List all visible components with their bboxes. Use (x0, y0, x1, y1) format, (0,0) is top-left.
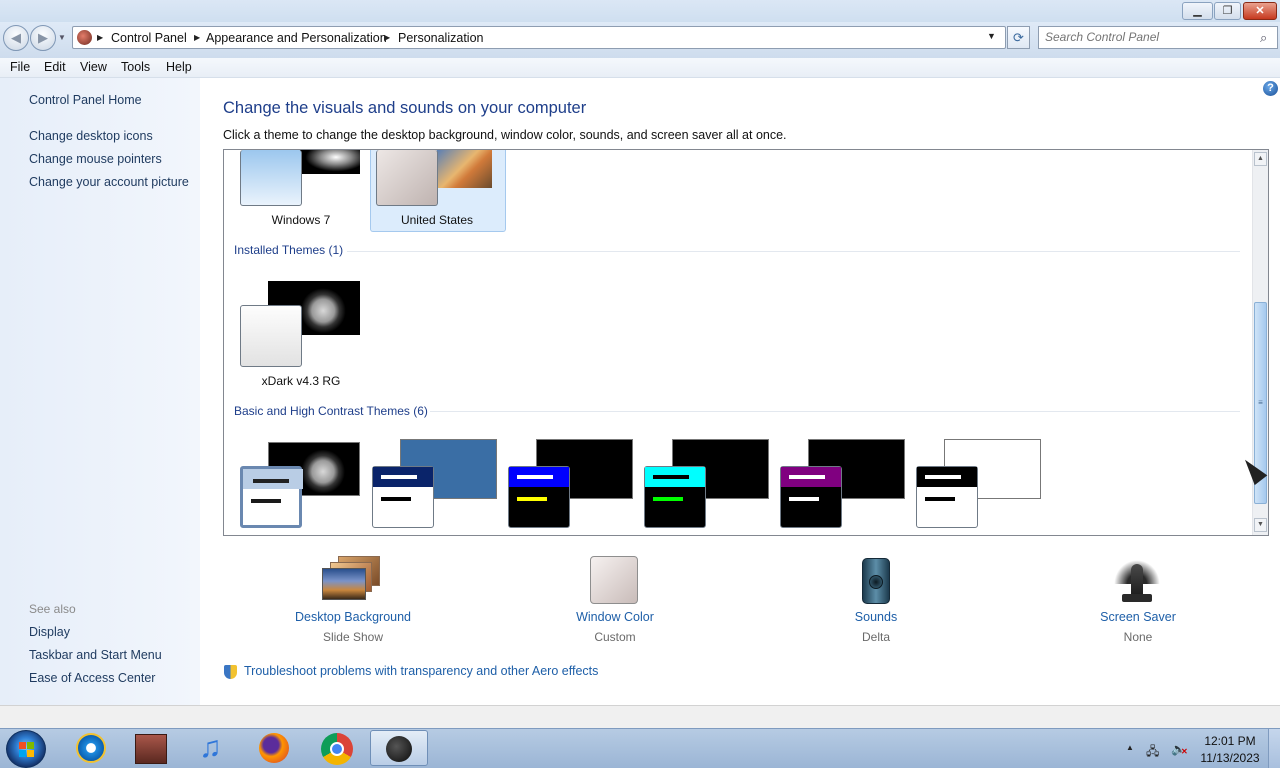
control-panel-home-link[interactable]: Control Panel Home (29, 93, 142, 107)
status-bar (0, 705, 1280, 728)
windows7-theme-swatch[interactable] (240, 150, 302, 206)
clock-time[interactable]: 12:01 PM (1197, 734, 1263, 748)
show-hidden-icons-button[interactable]: ▲ (1126, 743, 1134, 752)
media-center-button[interactable] (123, 730, 179, 766)
theme-name-windows7[interactable]: Windows 7 (240, 213, 362, 227)
breadcrumb-separator-icon[interactable]: ▶ (97, 33, 103, 42)
internet-explorer-icon (76, 733, 106, 763)
display-link[interactable]: Display (29, 625, 70, 639)
back-arrow-icon: ◀ (11, 30, 21, 45)
title-bar (0, 0, 1280, 22)
clock-date[interactable]: 11/13/2023 (1197, 751, 1263, 765)
chrome-button[interactable] (308, 730, 364, 766)
desktop-background-icon[interactable] (322, 556, 382, 602)
address-dropdown-icon[interactable]: ▼ (987, 31, 996, 41)
personalization-button[interactable] (370, 730, 428, 766)
windows7-theme-preview[interactable] (300, 150, 360, 174)
taskbar-start-menu-link[interactable]: Taskbar and Start Menu (29, 648, 162, 662)
group-divider (430, 411, 1240, 412)
basic-theme-swatch[interactable] (916, 466, 978, 528)
forward-arrow-icon: ▶ (38, 30, 48, 45)
screen-saver-icon[interactable] (1114, 556, 1160, 604)
basic-themes-header: Basic and High Contrast Themes (6) (234, 404, 428, 418)
desktop-background-link[interactable]: Desktop Background (283, 610, 423, 624)
change-mouse-pointers-link[interactable]: Change mouse pointers (29, 152, 162, 166)
menu-view[interactable]: View (80, 60, 107, 74)
theme-name-united-states[interactable]: United States (376, 213, 498, 227)
minimize-icon: ▁ (1193, 5, 1202, 17)
close-icon: ✕ (1255, 5, 1265, 17)
sounds-icon[interactable] (862, 558, 890, 604)
scroll-down-button[interactable]: ▼ (1254, 518, 1267, 532)
minimize-button[interactable]: ▁ (1182, 2, 1213, 20)
itunes-button[interactable]: ♫ (184, 730, 240, 766)
breadcrumb-appearance[interactable]: Appearance and Personalization (206, 31, 387, 45)
search-box[interactable]: ⌕ (1038, 26, 1278, 49)
ease-of-access-link[interactable]: Ease of Access Center (29, 671, 155, 685)
desktop-background-value: Slide Show (322, 630, 384, 644)
start-button[interactable] (6, 730, 46, 768)
troubleshoot-aero-link[interactable]: Troubleshoot problems with transparency … (244, 664, 598, 678)
sounds-link[interactable]: Sounds (806, 610, 946, 624)
personalization-icon (386, 736, 412, 762)
group-divider (347, 251, 1240, 252)
firefox-icon (259, 733, 289, 763)
show-desktop-button[interactable] (1268, 729, 1280, 768)
xdark-theme-swatch[interactable] (240, 305, 302, 367)
installed-themes-header: Installed Themes (1) (234, 243, 344, 257)
address-bar[interactable]: ▶ Control Panel ▶ Appearance and Persona… (72, 26, 1006, 49)
change-account-picture-link[interactable]: Change your account picture (29, 175, 189, 189)
help-icon[interactable]: ? (1263, 81, 1278, 96)
page-title: Change the visuals and sounds on your co… (223, 99, 587, 117)
close-button[interactable]: ✕ (1243, 2, 1277, 20)
window-color-icon[interactable] (590, 556, 638, 604)
united-states-theme-preview[interactable] (437, 150, 492, 188)
screen-saver-link[interactable]: Screen Saver (1068, 610, 1208, 624)
window-color-value: Custom (594, 630, 636, 644)
basic-theme-swatch[interactable] (780, 466, 842, 528)
restore-button[interactable]: ❐ (1214, 2, 1241, 20)
menu-file[interactable]: File (10, 60, 30, 74)
back-button[interactable]: ◀ (3, 25, 29, 51)
basic-theme-swatch[interactable] (508, 466, 570, 528)
mute-badge-icon: ✕ (1181, 747, 1188, 756)
screen-saver-value: None (1123, 630, 1153, 644)
breadcrumb-separator-icon[interactable]: ▶ (194, 33, 200, 42)
basic-theme-swatch[interactable] (240, 466, 303, 528)
refresh-button[interactable]: ⟳ (1007, 26, 1030, 49)
control-panel-icon (77, 30, 92, 45)
search-icon[interactable]: ⌕ (1260, 30, 1267, 46)
firefox-button[interactable] (246, 730, 302, 766)
forward-button[interactable]: ▶ (30, 25, 56, 51)
sounds-value: Delta (861, 630, 890, 644)
restore-icon: ❐ (1222, 5, 1233, 17)
search-input[interactable] (1045, 30, 1255, 44)
internet-explorer-button[interactable] (62, 730, 118, 766)
theme-name-xdark[interactable]: xDark v4.3 RG (240, 374, 362, 388)
recent-pages-dropdown[interactable]: ▼ (58, 33, 66, 42)
scroll-up-button[interactable]: ▲ (1254, 152, 1267, 166)
basic-theme-swatch[interactable] (644, 466, 706, 528)
itunes-icon: ♫ (199, 731, 222, 764)
breadcrumb-personalization[interactable]: Personalization (398, 31, 483, 45)
network-icon[interactable]: 🖧 (1146, 742, 1159, 763)
menu-tools[interactable]: Tools (121, 60, 150, 74)
shield-icon (224, 665, 237, 679)
media-center-icon (135, 734, 167, 764)
page-subtitle: Click a theme to change the desktop back… (223, 128, 787, 142)
menu-bar: File Edit View Tools Help (0, 58, 1280, 78)
breadcrumb-control-panel[interactable]: Control Panel (111, 31, 187, 45)
menu-edit[interactable]: Edit (44, 60, 66, 74)
menu-help[interactable]: Help (166, 60, 192, 74)
chrome-icon (321, 733, 353, 765)
window-color-link[interactable]: Window Color (545, 610, 685, 624)
refresh-icon: ⟳ (1013, 30, 1024, 45)
change-desktop-icons-link[interactable]: Change desktop icons (29, 129, 153, 143)
united-states-theme-swatch[interactable] (376, 150, 438, 206)
breadcrumb-separator-icon[interactable]: ▶ (384, 33, 390, 42)
basic-theme-swatch[interactable] (372, 466, 434, 528)
see-also-heading: See also (29, 602, 76, 616)
